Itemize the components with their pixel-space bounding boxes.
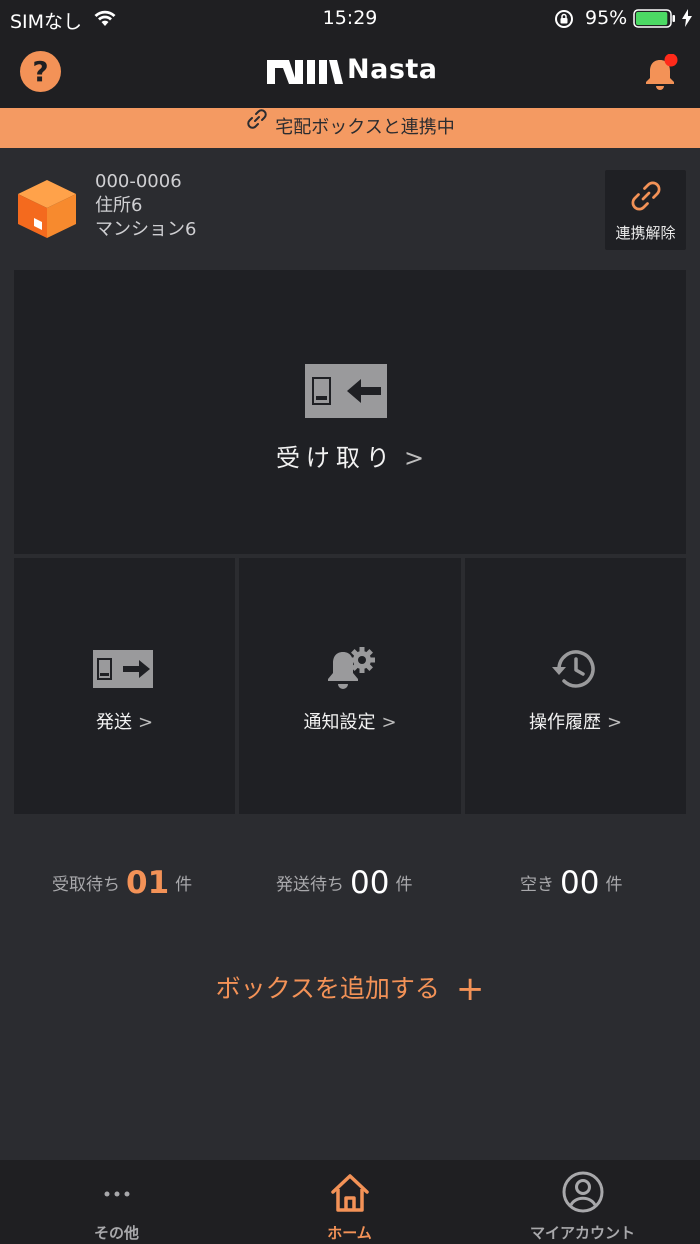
more-dots-icon	[0, 1170, 233, 1214]
receive-tile[interactable]: 受け取り >	[14, 270, 686, 554]
nav-item-account[interactable]: マイアカウント	[466, 1160, 699, 1244]
awaiting-pickup-label: 受取待ち	[52, 875, 120, 895]
unlink-label: 連携解除	[615, 224, 676, 242]
history-label: 操作履歴	[528, 712, 601, 733]
empty-count: 空き 00 件	[520, 862, 623, 901]
link-icon	[245, 106, 269, 146]
battery-icon	[633, 9, 677, 34]
receive-label: 受け取り	[275, 444, 396, 472]
box-building: マンション6	[95, 219, 197, 240]
bottom-nav: その他 ホーム マイアカウント	[0, 1160, 700, 1244]
chevron-right-icon: >	[381, 712, 397, 733]
logo-mark-icon	[267, 60, 343, 88]
awaiting-send-count: 発送待ち 00 件	[276, 862, 413, 901]
box-address: 住所6	[95, 195, 143, 216]
bell-icon	[646, 53, 678, 90]
empty-value: 00	[560, 865, 600, 901]
home-icon	[233, 1170, 466, 1218]
awaiting-pickup-value: 01	[126, 865, 170, 901]
send-tile[interactable]: 発送 >	[14, 558, 235, 814]
box-info: 000-0006 住所6 マンション6 連携解除	[0, 150, 700, 262]
notification-button[interactable]	[641, 53, 681, 98]
app-header: ? Nasta	[0, 36, 700, 108]
notification-settings-tile[interactable]: 通知設定 >	[239, 558, 461, 814]
chevron-right-icon: >	[137, 712, 154, 733]
chevron-right-icon: >	[403, 444, 425, 472]
link-status-text: 宅配ボックスと連携中	[275, 117, 455, 138]
history-clock-icon	[549, 646, 599, 696]
link-status-banner: 宅配ボックスと連携中	[0, 108, 700, 148]
unlink-icon	[628, 178, 664, 218]
awaiting-pickup-count: 受取待ち 01 件	[52, 862, 193, 901]
charging-icon	[682, 9, 692, 32]
unlink-button[interactable]: 連携解除	[605, 170, 686, 250]
plus-icon: +	[455, 969, 485, 1009]
box-counts: 受取待ち 01 件 発送待ち 00 件 空き 00 件	[0, 862, 700, 912]
account-icon	[466, 1170, 699, 1218]
history-tile[interactable]: 操作履歴 >	[465, 558, 686, 814]
logo-text: Nasta	[347, 54, 438, 85]
add-box-label: ボックスを追加する	[215, 974, 440, 1003]
help-button[interactable]: ?	[20, 51, 61, 92]
receive-icon	[305, 364, 387, 422]
count-unit: 件	[395, 875, 413, 895]
send-icon	[93, 650, 153, 692]
status-bar: SIMなし 15:29 95%	[0, 0, 700, 36]
nav-item-home[interactable]: ホーム	[233, 1160, 466, 1244]
awaiting-send-value: 00	[350, 865, 390, 901]
nav-label-account: マイアカウント	[529, 1224, 635, 1242]
battery-percent: 95%	[585, 7, 628, 29]
send-label: 発送	[95, 712, 132, 733]
nav-label-other: その他	[93, 1224, 139, 1242]
empty-label: 空き	[520, 875, 554, 895]
nav-label-home: ホーム	[327, 1224, 372, 1242]
count-unit: 件	[175, 875, 193, 895]
notification-settings-label: 通知設定	[303, 712, 376, 733]
delivery-box-icon	[16, 178, 78, 244]
awaiting-send-label: 発送待ち	[276, 875, 344, 895]
bell-settings-icon	[325, 646, 377, 698]
box-code: 000-0006	[95, 171, 182, 192]
rotation-lock-icon	[553, 8, 575, 35]
chevron-right-icon: >	[606, 712, 623, 733]
nav-item-other[interactable]: その他	[0, 1160, 233, 1244]
add-box-button[interactable]: ボックスを追加する +	[0, 966, 700, 1009]
count-unit: 件	[605, 875, 623, 895]
